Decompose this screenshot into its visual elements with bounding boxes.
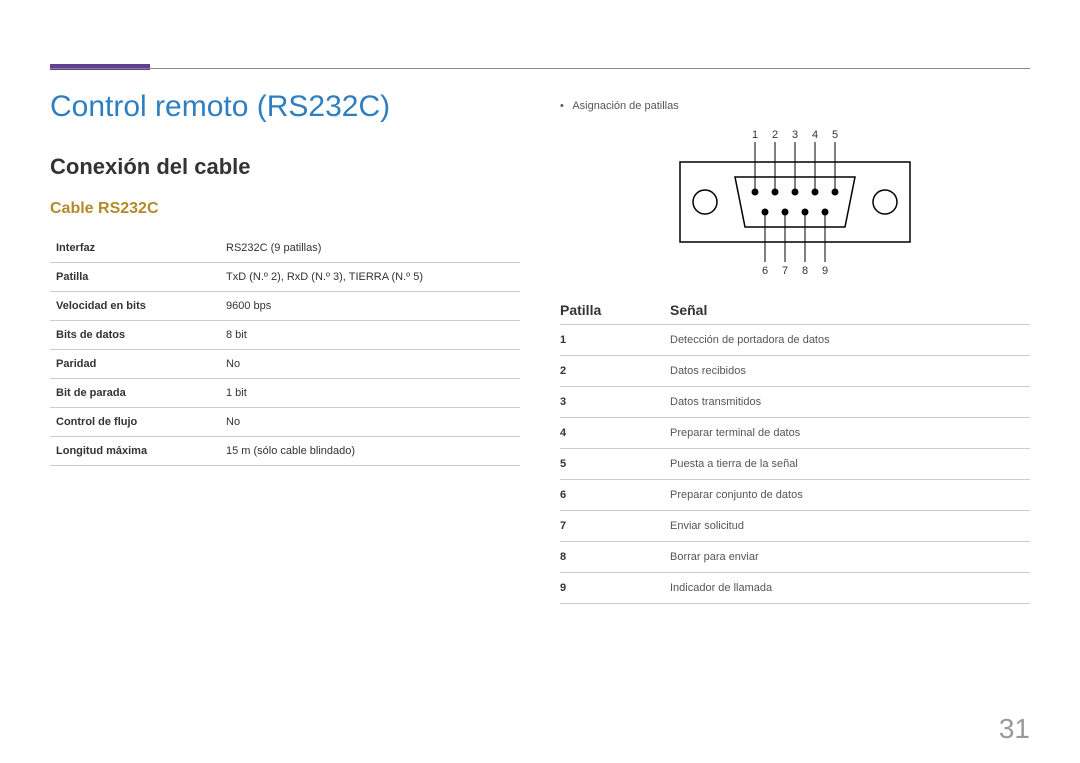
pin-number: 8 — [560, 551, 670, 563]
pin-number: 2 — [560, 365, 670, 377]
svg-text:6: 6 — [762, 265, 768, 277]
pin-number: 7 — [560, 520, 670, 532]
pin-assignment-label: Asignación de patillas — [572, 100, 678, 112]
page-title: Control remoto (RS232C) — [50, 90, 520, 124]
svg-text:7: 7 — [782, 265, 788, 277]
svg-text:9: 9 — [822, 265, 828, 277]
spec-row: Bit de parada1 bit — [50, 379, 520, 408]
pin-signal: Datos recibidos — [670, 365, 1030, 377]
pin-row: 8Borrar para enviar — [560, 542, 1030, 573]
svg-text:2: 2 — [772, 129, 778, 141]
spec-value: 1 bit — [220, 379, 520, 408]
spec-value: 9600 bps — [220, 292, 520, 321]
spec-value: No — [220, 408, 520, 437]
page: Control remoto (RS232C) Conexión del cab… — [0, 0, 1080, 763]
spec-label: Patilla — [50, 263, 220, 292]
spec-label: Bits de datos — [50, 321, 220, 350]
db9-connector-diagram: 1 2 3 4 5 6 7 8 9 — [660, 122, 930, 282]
spec-label: Bit de parada — [50, 379, 220, 408]
pin-number: 9 — [560, 582, 670, 594]
pin-signal: Borrar para enviar — [670, 551, 1030, 563]
pin-row: 7Enviar solicitud — [560, 511, 1030, 542]
spec-row: Longitud máxima15 m (sólo cable blindado… — [50, 437, 520, 466]
pin-number: 6 — [560, 489, 670, 501]
pin-row: 3Datos transmitidos — [560, 387, 1030, 418]
pin-number: 5 — [560, 458, 670, 470]
pin-header-pin: Patilla — [560, 302, 670, 318]
pin-number: 1 — [560, 334, 670, 346]
content-columns: Control remoto (RS232C) Conexión del cab… — [50, 90, 1030, 604]
spec-value: 8 bit — [220, 321, 520, 350]
spec-label: Longitud máxima — [50, 437, 220, 466]
bullet-dot-icon: • — [560, 100, 564, 112]
pin-row: 6Preparar conjunto de datos — [560, 480, 1030, 511]
spec-row: Bits de datos8 bit — [50, 321, 520, 350]
left-column: Control remoto (RS232C) Conexión del cab… — [50, 90, 520, 604]
pin-row: 2Datos recibidos — [560, 356, 1030, 387]
header-accent-bar — [50, 64, 150, 70]
spec-table: InterfazRS232C (9 patillas)PatillaTxD (N… — [50, 234, 520, 466]
spec-row: Velocidad en bits9600 bps — [50, 292, 520, 321]
spec-value: 15 m (sólo cable blindado) — [220, 437, 520, 466]
spec-row: ParidadNo — [50, 350, 520, 379]
spec-label: Paridad — [50, 350, 220, 379]
pin-header-signal: Señal — [670, 302, 1030, 318]
svg-text:5: 5 — [832, 129, 838, 141]
right-column: • Asignación de patillas 1 2 3 4 5 — [560, 90, 1030, 604]
pin-signal: Detección de portadora de datos — [670, 334, 1030, 346]
spec-row: InterfazRS232C (9 patillas) — [50, 234, 520, 263]
pin-assignment-bullet: • Asignación de patillas — [560, 100, 1030, 112]
pin-signal: Preparar conjunto de datos — [670, 489, 1030, 501]
spec-value: RS232C (9 patillas) — [220, 234, 520, 263]
pin-row: 1Detección de portadora de datos — [560, 325, 1030, 356]
pin-signal: Puesta a tierra de la señal — [670, 458, 1030, 470]
subsection-title: Cable RS232C — [50, 200, 520, 218]
section-title: Conexión del cable — [50, 154, 520, 180]
spec-label: Interfaz — [50, 234, 220, 263]
spec-row: PatillaTxD (N.º 2), RxD (N.º 3), TIERRA … — [50, 263, 520, 292]
pin-row: 4Preparar terminal de datos — [560, 418, 1030, 449]
pin-row: 9Indicador de llamada — [560, 573, 1030, 604]
pin-number: 3 — [560, 396, 670, 408]
pin-signal: Datos transmitidos — [670, 396, 1030, 408]
spec-value: TxD (N.º 2), RxD (N.º 3), TIERRA (N.º 5) — [220, 263, 520, 292]
svg-text:3: 3 — [792, 129, 798, 141]
svg-text:8: 8 — [802, 265, 808, 277]
pin-table-body: 1Detección de portadora de datos2Datos r… — [560, 325, 1030, 604]
svg-text:4: 4 — [812, 129, 818, 141]
spec-row: Control de flujoNo — [50, 408, 520, 437]
pin-number: 4 — [560, 427, 670, 439]
header-rule — [50, 68, 1030, 69]
svg-text:1: 1 — [752, 129, 758, 141]
page-number: 31 — [999, 713, 1030, 745]
spec-label: Control de flujo — [50, 408, 220, 437]
pin-row: 5Puesta a tierra de la señal — [560, 449, 1030, 480]
pin-table-header: Patilla Señal — [560, 296, 1030, 325]
pin-signal: Preparar terminal de datos — [670, 427, 1030, 439]
pin-signal: Enviar solicitud — [670, 520, 1030, 532]
spec-label: Velocidad en bits — [50, 292, 220, 321]
spec-value: No — [220, 350, 520, 379]
pin-signal: Indicador de llamada — [670, 582, 1030, 594]
